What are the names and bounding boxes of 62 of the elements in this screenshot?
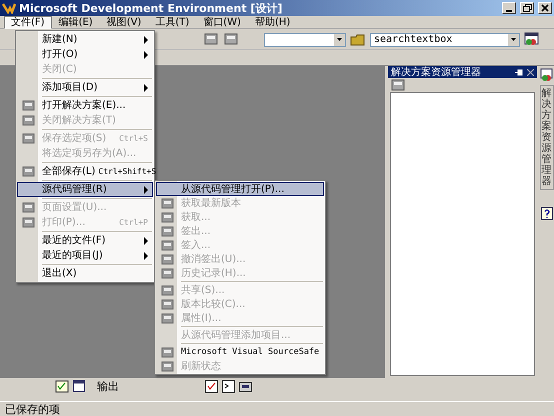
menu-bar-item[interactable]: 视图(V) bbox=[100, 16, 148, 28]
menu-item[interactable]: 退出(X) bbox=[17, 266, 153, 281]
pin-icon[interactable] bbox=[515, 68, 523, 76]
menu-item-icon bbox=[161, 210, 175, 224]
close-icon bbox=[541, 4, 549, 12]
menu-item[interactable]: 打开解决方案(E)... bbox=[17, 98, 153, 113]
toolbar-icon[interactable] bbox=[224, 32, 240, 47]
solution-icon[interactable] bbox=[540, 68, 554, 82]
minimize-button[interactable] bbox=[502, 2, 516, 14]
menu-bar-item[interactable]: 工具(T) bbox=[148, 16, 196, 28]
menu-item-icon bbox=[22, 114, 36, 127]
menu-bar-item[interactable]: 窗口(W) bbox=[196, 16, 248, 28]
submenu-arrow-icon bbox=[144, 186, 148, 194]
side-tab[interactable]: 解决方案资源管理器 bbox=[540, 85, 554, 190]
help-icon[interactable] bbox=[540, 207, 552, 220]
menu-item-icon bbox=[161, 284, 175, 296]
task-list-icon[interactable] bbox=[55, 380, 69, 392]
menu-item[interactable]: 新建(N) bbox=[17, 32, 153, 47]
submenu-arrow-icon bbox=[144, 84, 148, 92]
menu-item-icon bbox=[161, 266, 175, 280]
menu-item[interactable]: 添加项目(D) bbox=[17, 80, 153, 95]
combo-box[interactable] bbox=[264, 32, 346, 46]
menu-item[interactable]: 最近的文件(F) bbox=[17, 233, 153, 248]
menu-item-icon bbox=[161, 298, 175, 310]
menu-item-icon bbox=[161, 360, 175, 372]
window-icon[interactable] bbox=[73, 380, 85, 392]
menu-item-icon bbox=[22, 216, 36, 229]
menu-item[interactable]: Microsoft Visual SourceSafe bbox=[156, 345, 324, 359]
toolbar-icon[interactable] bbox=[524, 32, 540, 47]
folder-icon[interactable] bbox=[350, 32, 366, 46]
menu-item[interactable]: 最近的项目(J) bbox=[17, 248, 153, 263]
menu-item-icon bbox=[161, 312, 175, 324]
menu-item-icon bbox=[161, 224, 175, 238]
menu-bar-item[interactable]: 文件(F) bbox=[4, 16, 52, 28]
status-text: 已保存的项 bbox=[5, 402, 60, 416]
menu-item-icon bbox=[161, 196, 175, 210]
menu-item-icon bbox=[22, 165, 36, 178]
properties-icon[interactable] bbox=[391, 78, 407, 92]
close-button[interactable] bbox=[538, 2, 552, 14]
checklist-icon[interactable] bbox=[205, 380, 218, 392]
window-title: Microsoft Development Environment [设计] bbox=[19, 0, 284, 16]
menu-item-icon bbox=[22, 132, 36, 145]
menu-item-icon bbox=[161, 238, 175, 252]
restore-icon bbox=[522, 4, 532, 12]
menu-item-icon bbox=[161, 346, 175, 358]
menu-item-icon bbox=[161, 252, 175, 266]
menu-item[interactable]: 源代码管理(R) bbox=[17, 182, 153, 197]
toolbar-icon[interactable] bbox=[204, 32, 220, 47]
toolbox-icon[interactable] bbox=[239, 380, 252, 392]
close-icon[interactable] bbox=[527, 68, 534, 76]
menu-item-icon bbox=[22, 201, 36, 214]
menu-bar-item[interactable]: 编辑(E) bbox=[52, 16, 100, 28]
panel-title: 解决方案资源管理器 bbox=[391, 66, 482, 79]
menu-item[interactable]: 从源代码管理打开(P)... bbox=[156, 182, 324, 196]
menu-bar-item[interactable]: 帮助(H) bbox=[248, 16, 298, 28]
output-tab[interactable]: 输出 bbox=[89, 378, 127, 394]
menu-item-icon bbox=[22, 99, 36, 112]
app-icon bbox=[2, 2, 16, 14]
search-combo-box[interactable]: searchtextbox bbox=[370, 32, 520, 46]
command-window-icon[interactable] bbox=[222, 380, 235, 392]
menu-item[interactable]: 打开(O) bbox=[17, 47, 153, 62]
restore-button[interactable] bbox=[520, 2, 534, 14]
